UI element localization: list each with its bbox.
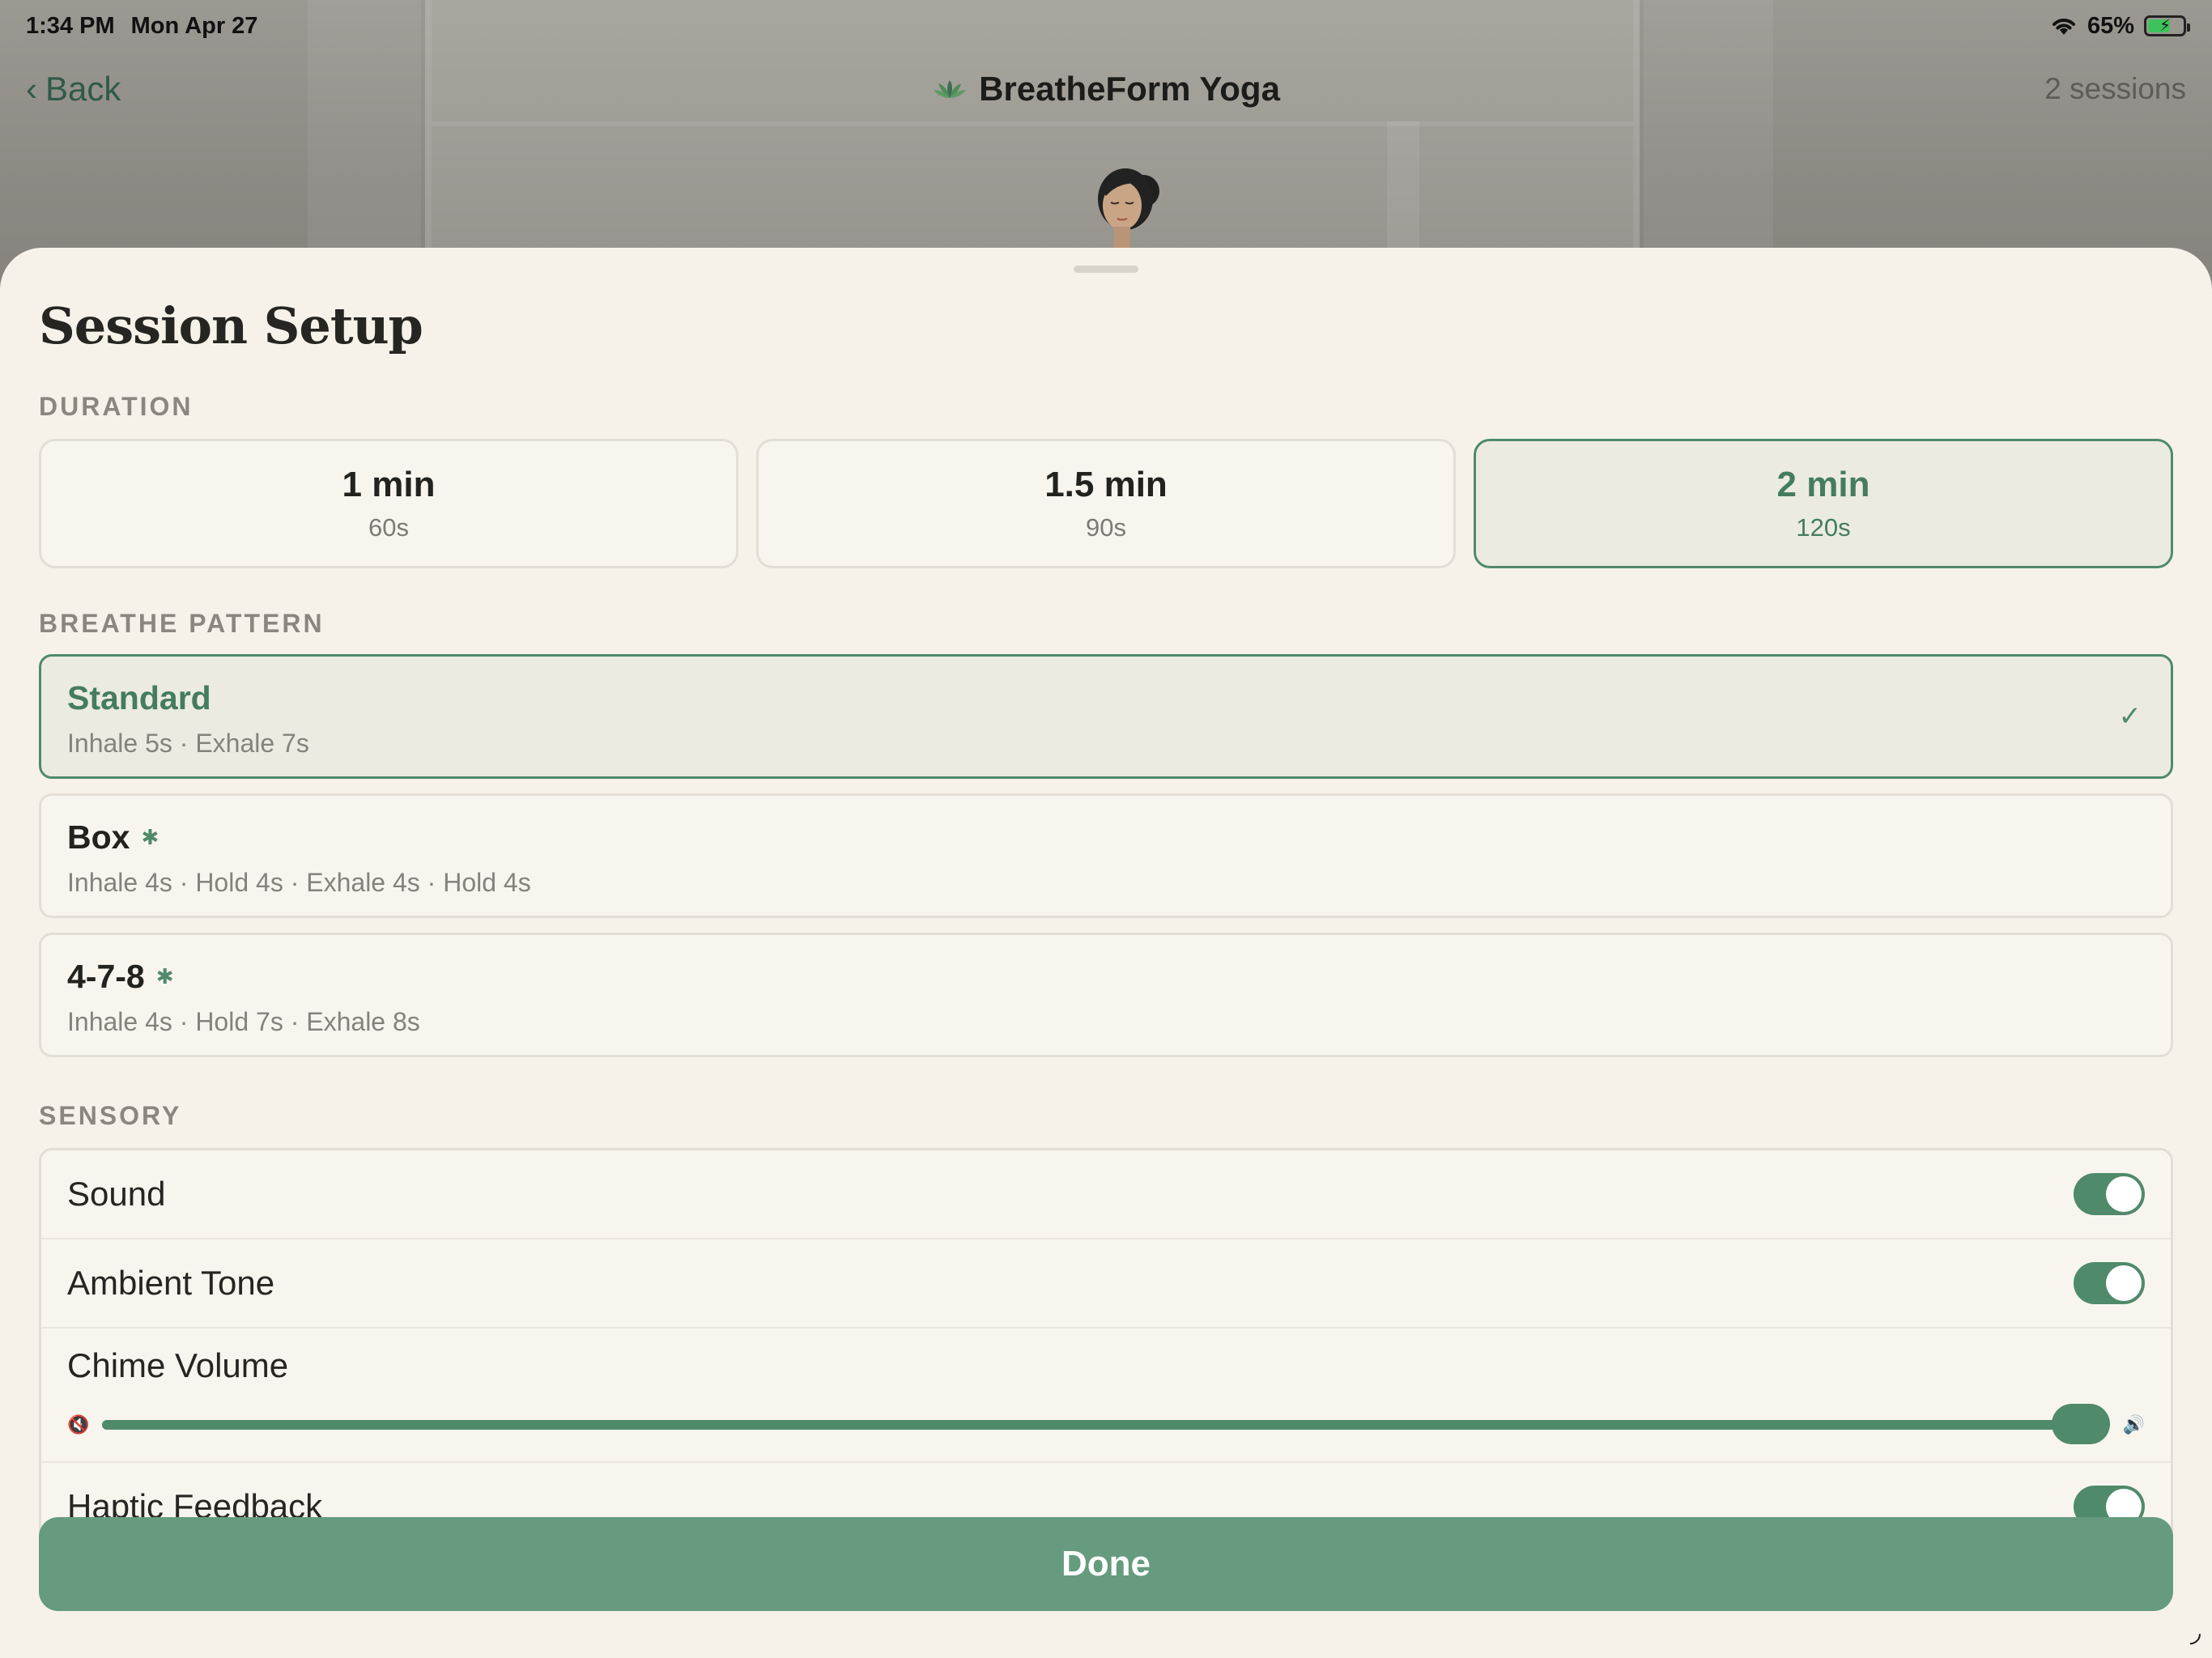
meditating-woman-avatar xyxy=(1098,168,1159,256)
pattern-option-4-7-8[interactable]: 4-7-8 ✱ Inhale 4s · Hold 7s · Exhale 8s xyxy=(39,933,2173,1057)
back-label: Back xyxy=(45,70,121,108)
sheet-grabber[interactable] xyxy=(1074,266,1138,273)
sound-toggle[interactable] xyxy=(2074,1173,2145,1215)
resize-corner-icon: ◞ xyxy=(2189,1617,2201,1647)
duration-label: 1.5 min xyxy=(1044,465,1168,504)
pattern-section-label: BREATHE PATTERN xyxy=(39,609,325,638)
chime-volume-row: Chime Volume 🔇 🔊 xyxy=(41,1329,2171,1463)
back-button[interactable]: ‹ Back xyxy=(26,70,121,108)
duration-section-label: DURATION xyxy=(39,392,194,421)
app-title: BreatheForm Yoga xyxy=(979,70,1280,108)
toggle-knob xyxy=(2106,1176,2142,1212)
chime-volume-label: Chime Volume xyxy=(67,1346,289,1384)
status-date: Mon Apr 27 xyxy=(130,12,258,39)
sound-row: Sound xyxy=(41,1150,2171,1239)
done-button[interactable]: Done xyxy=(39,1517,2173,1611)
duration-options: 1 min 60s 1.5 min 90s 2 min 120s xyxy=(39,439,2173,568)
sound-label: Sound xyxy=(67,1175,166,1213)
ambient-tone-row: Ambient Tone xyxy=(41,1239,2171,1329)
bolt-icon: ⚡ xyxy=(2159,17,2172,35)
pattern-name: Box xyxy=(67,818,130,856)
pattern-description: Inhale 5s · Exhale 7s xyxy=(67,729,309,758)
pattern-option-box[interactable]: Box ✱ Inhale 4s · Hold 4s · Exhale 4s · … xyxy=(39,793,2173,918)
window-rail xyxy=(432,121,1633,126)
duration-option-2min[interactable]: 2 min 120s xyxy=(1474,439,2173,568)
slider-track[interactable] xyxy=(102,1404,2110,1444)
toggle-knob xyxy=(2106,1265,2142,1301)
pattern-options: Standard Inhale 5s · Exhale 7s ✓ Box ✱ I… xyxy=(39,654,2173,1072)
chevron-left-icon: ‹ xyxy=(26,70,37,108)
premium-star-icon: ✱ xyxy=(141,825,160,849)
status-bar: 1:34 PM Mon Apr 27 65% ⚡ xyxy=(0,0,2212,52)
status-time: 1:34 PM xyxy=(26,12,115,39)
lotus-icon xyxy=(934,80,967,98)
slider-fill xyxy=(102,1420,2110,1430)
premium-star-icon: ✱ xyxy=(155,964,174,988)
battery-percent: 65% xyxy=(2087,12,2134,39)
pattern-description: Inhale 4s · Hold 7s · Exhale 8s xyxy=(67,1007,420,1036)
slider-thumb[interactable] xyxy=(2051,1404,2110,1444)
ambient-tone-label: Ambient Tone xyxy=(67,1264,275,1302)
volume-mute-icon: 🔇 xyxy=(67,1414,90,1435)
sensory-section-label: SENSORY xyxy=(39,1101,182,1130)
nav-title: BreatheForm Yoga xyxy=(932,70,1280,108)
sessions-count: 2 sessions xyxy=(2044,72,2186,105)
status-right: 65% ⚡ xyxy=(2050,12,2190,40)
sheet-title: Session Setup xyxy=(39,296,423,355)
battery-charging-icon: ⚡ xyxy=(2144,15,2190,36)
sensory-settings: Sound Ambient Tone Chime Volume 🔇 🔊 Hapt… xyxy=(39,1148,2173,1553)
duration-option-1min[interactable]: 1 min 60s xyxy=(39,439,738,568)
chime-volume-slider[interactable]: 🔇 🔊 xyxy=(67,1404,2145,1444)
ambient-tone-toggle[interactable] xyxy=(2074,1262,2145,1304)
status-left: 1:34 PM Mon Apr 27 xyxy=(26,13,257,40)
duration-seconds: 60s xyxy=(368,513,409,542)
checkmark-icon: ✓ xyxy=(2118,701,2142,732)
duration-seconds: 120s xyxy=(1796,513,1851,542)
pattern-name: 4-7-8 xyxy=(67,958,145,995)
duration-option-1-5min[interactable]: 1.5 min 90s xyxy=(756,439,1456,568)
duration-label: 2 min xyxy=(1776,465,1870,504)
duration-label: 1 min xyxy=(342,465,436,504)
wifi-icon xyxy=(2052,19,2075,35)
pattern-name: Standard xyxy=(67,679,211,716)
nav-bar: ‹ Back BreatheForm Yoga 2 sessions xyxy=(0,57,2212,121)
duration-seconds: 90s xyxy=(1086,513,1126,542)
session-setup-sheet: Session Setup DURATION 1 min 60s 1.5 min… xyxy=(0,248,2212,1658)
pattern-description: Inhale 4s · Hold 4s · Exhale 4s · Hold 4… xyxy=(67,868,531,897)
pattern-option-standard[interactable]: Standard Inhale 5s · Exhale 7s ✓ xyxy=(39,654,2173,779)
volume-high-icon: 🔊 xyxy=(2122,1414,2145,1435)
